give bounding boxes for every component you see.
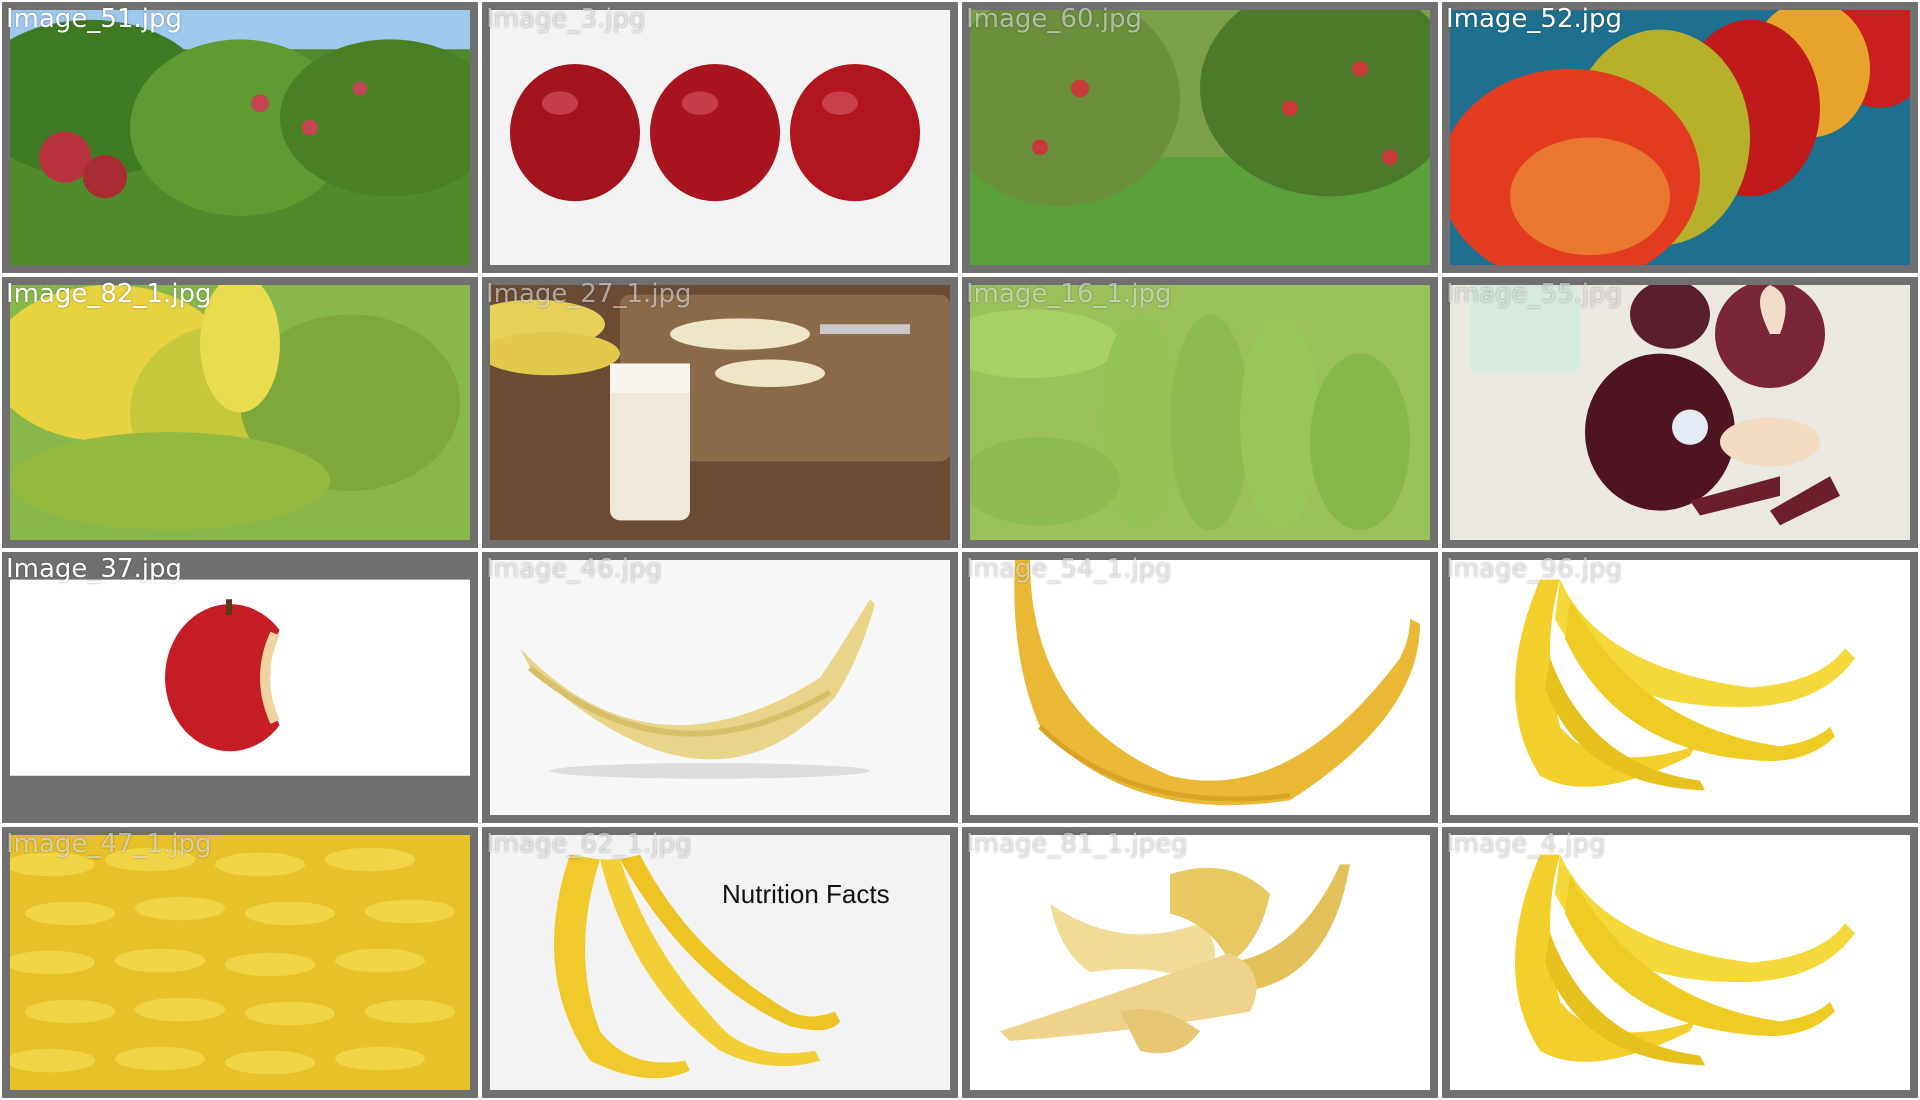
image-thumbnail: [10, 835, 470, 1090]
gallery-item[interactable]: Image_27_1.jpg: [482, 277, 958, 548]
image-thumbnail: [10, 10, 470, 265]
gallery-item[interactable]: Image_47_1.jpg: [2, 827, 478, 1098]
gallery-item[interactable]: Image_51.jpg: [2, 2, 478, 273]
image-thumbnail: [970, 560, 1430, 815]
gallery-item[interactable]: Image_55.jpg: [1442, 277, 1918, 548]
gallery-item[interactable]: Image_52.jpg: [1442, 2, 1918, 273]
gallery-item[interactable]: Nutrition Facts Image_62_1.jpg: [482, 827, 958, 1098]
image-thumbnail: Nutrition Facts: [490, 835, 950, 1090]
gallery-item[interactable]: Image_82_1.jpg: [2, 277, 478, 548]
gallery-item[interactable]: Image_37.jpg: [2, 552, 478, 823]
image-thumbnail: [490, 10, 950, 265]
image-gallery-grid: Image_51.jpg Image_3.jpg Image_60.jpg Im…: [0, 0, 1920, 1100]
image-thumbnail: [1450, 285, 1910, 540]
gallery-item[interactable]: Image_60.jpg: [962, 2, 1438, 273]
image-thumbnail: [490, 560, 950, 815]
image-thumbnail: [970, 285, 1430, 540]
image-thumbnail: [970, 10, 1430, 265]
gallery-item[interactable]: Image_16_1.jpg: [962, 277, 1438, 548]
image-thumbnail: [1450, 10, 1910, 265]
gallery-item[interactable]: Image_54_1.jpg: [962, 552, 1438, 823]
image-thumbnail: [10, 560, 470, 815]
nutrition-facts-overlay: Nutrition Facts: [722, 879, 890, 909]
gallery-item[interactable]: Image_3.jpg: [482, 2, 958, 273]
gallery-item[interactable]: Image_96.jpg: [1442, 552, 1918, 823]
gallery-item[interactable]: Image_81_1.jpeg: [962, 827, 1438, 1098]
gallery-item[interactable]: Image_4.jpg: [1442, 827, 1918, 1098]
image-thumbnail: [490, 285, 950, 540]
image-thumbnail: [10, 285, 470, 540]
gallery-item[interactable]: Image_46.jpg: [482, 552, 958, 823]
image-thumbnail: [970, 835, 1430, 1090]
image-thumbnail: [1450, 835, 1910, 1090]
image-thumbnail: [1450, 560, 1910, 815]
